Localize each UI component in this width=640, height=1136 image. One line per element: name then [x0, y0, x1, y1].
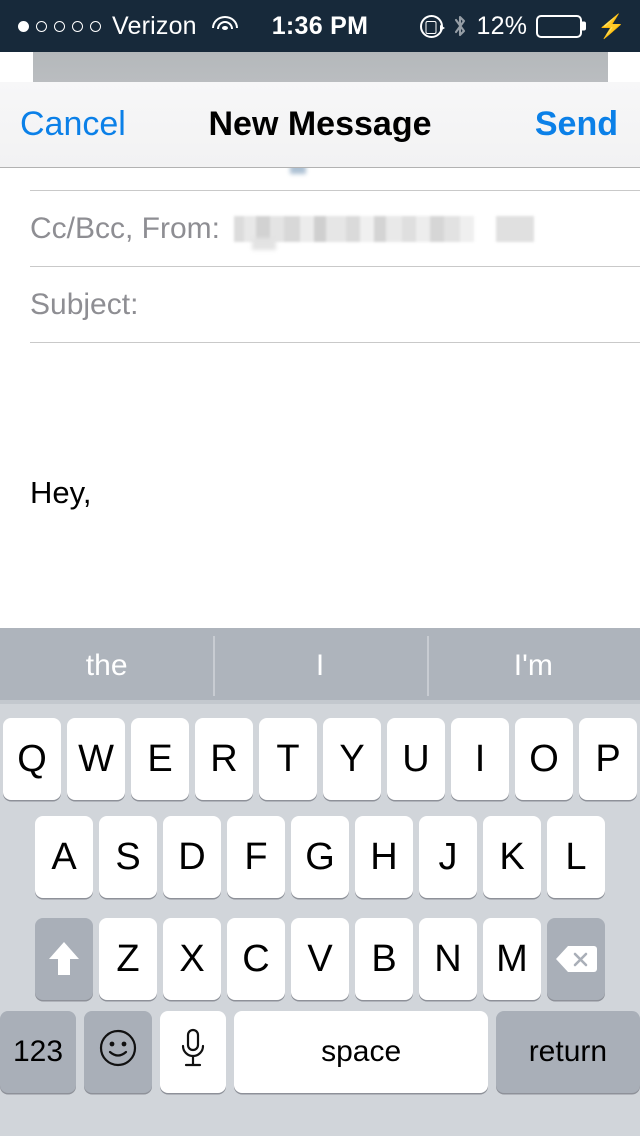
key-c[interactable]: C [227, 918, 285, 1000]
key-i[interactable]: I [451, 718, 509, 800]
key-a[interactable]: A [35, 816, 93, 898]
bluetooth-icon [452, 14, 468, 38]
key-g[interactable]: G [291, 816, 349, 898]
from-field[interactable]: Cc/Bcc, From: [0, 191, 640, 266]
key-u[interactable]: U [387, 718, 445, 800]
emoji-key[interactable] [84, 1011, 153, 1093]
subject-field[interactable]: Subject: [0, 267, 640, 342]
autocorrect-suggestion-bar: the I I'm [0, 628, 640, 704]
key-m[interactable]: M [483, 918, 541, 1000]
shift-arrow-icon [49, 942, 79, 976]
key-j[interactable]: J [419, 816, 477, 898]
iphone-screen: Verizon 1:36 PM 12% ⚡ Cancel New Message… [0, 0, 640, 1136]
keyboard-row-2: ASDFGHJKL [0, 806, 640, 908]
key-k[interactable]: K [483, 816, 541, 898]
return-key[interactable]: return [495, 1011, 640, 1093]
keyboard-row-3-letters: ZXCVBNM [99, 918, 541, 1000]
backspace-key[interactable] [547, 918, 605, 1000]
on-screen-keyboard: the I I'm QWERTYUIOP ASDFGHJKL ZXCVBNM 1… [0, 628, 640, 1136]
key-v[interactable]: V [291, 918, 349, 1000]
suggestion-0[interactable]: the [0, 628, 213, 704]
battery-icon [536, 14, 583, 38]
key-o[interactable]: O [515, 718, 573, 800]
backspace-delete-icon [555, 944, 597, 974]
key-p[interactable]: P [579, 718, 637, 800]
key-w[interactable]: W [67, 718, 125, 800]
navigation-bar: Cancel New Message Send [0, 82, 640, 168]
from-field-label: Cc/Bcc, From: [30, 211, 221, 245]
key-z[interactable]: Z [99, 918, 157, 1000]
key-h[interactable]: H [355, 816, 413, 898]
sheet-top-edge [33, 52, 608, 82]
keyboard-row-4: 123 space return [0, 1010, 640, 1110]
key-e[interactable]: E [131, 718, 189, 800]
key-t[interactable]: T [259, 718, 317, 800]
shift-key[interactable] [35, 918, 93, 1000]
status-bar: Verizon 1:36 PM 12% ⚡ [0, 0, 640, 52]
body-greeting: Hey, [30, 475, 92, 510]
key-l[interactable]: L [547, 816, 605, 898]
scrolled-recipient-row [0, 168, 640, 190]
suggestion-2[interactable]: I'm [426, 628, 640, 704]
suggestion-1[interactable]: I [213, 628, 426, 704]
microphone-icon [178, 1027, 208, 1077]
key-s[interactable]: S [99, 816, 157, 898]
numbers-key[interactable]: 123 [0, 1011, 76, 1093]
key-y[interactable]: Y [323, 718, 381, 800]
dictation-key[interactable] [160, 1011, 227, 1093]
keyboard-row-1: QWERTYUIOP [0, 704, 640, 806]
key-d[interactable]: D [163, 816, 221, 898]
rotation-lock-icon [419, 14, 445, 38]
send-button[interactable]: Send [535, 105, 618, 144]
space-key[interactable]: space [234, 1011, 488, 1093]
key-f[interactable]: F [227, 816, 285, 898]
keyboard-row-3: ZXCVBNM [0, 908, 640, 1010]
smiley-face-icon [98, 1028, 138, 1076]
key-b[interactable]: B [355, 918, 413, 1000]
key-q[interactable]: Q [3, 718, 61, 800]
subject-field-label: Subject: [30, 287, 139, 321]
key-x[interactable]: X [163, 918, 221, 1000]
from-field-value-redacted [234, 215, 535, 242]
key-r[interactable]: R [195, 718, 253, 800]
key-n[interactable]: N [419, 918, 477, 1000]
